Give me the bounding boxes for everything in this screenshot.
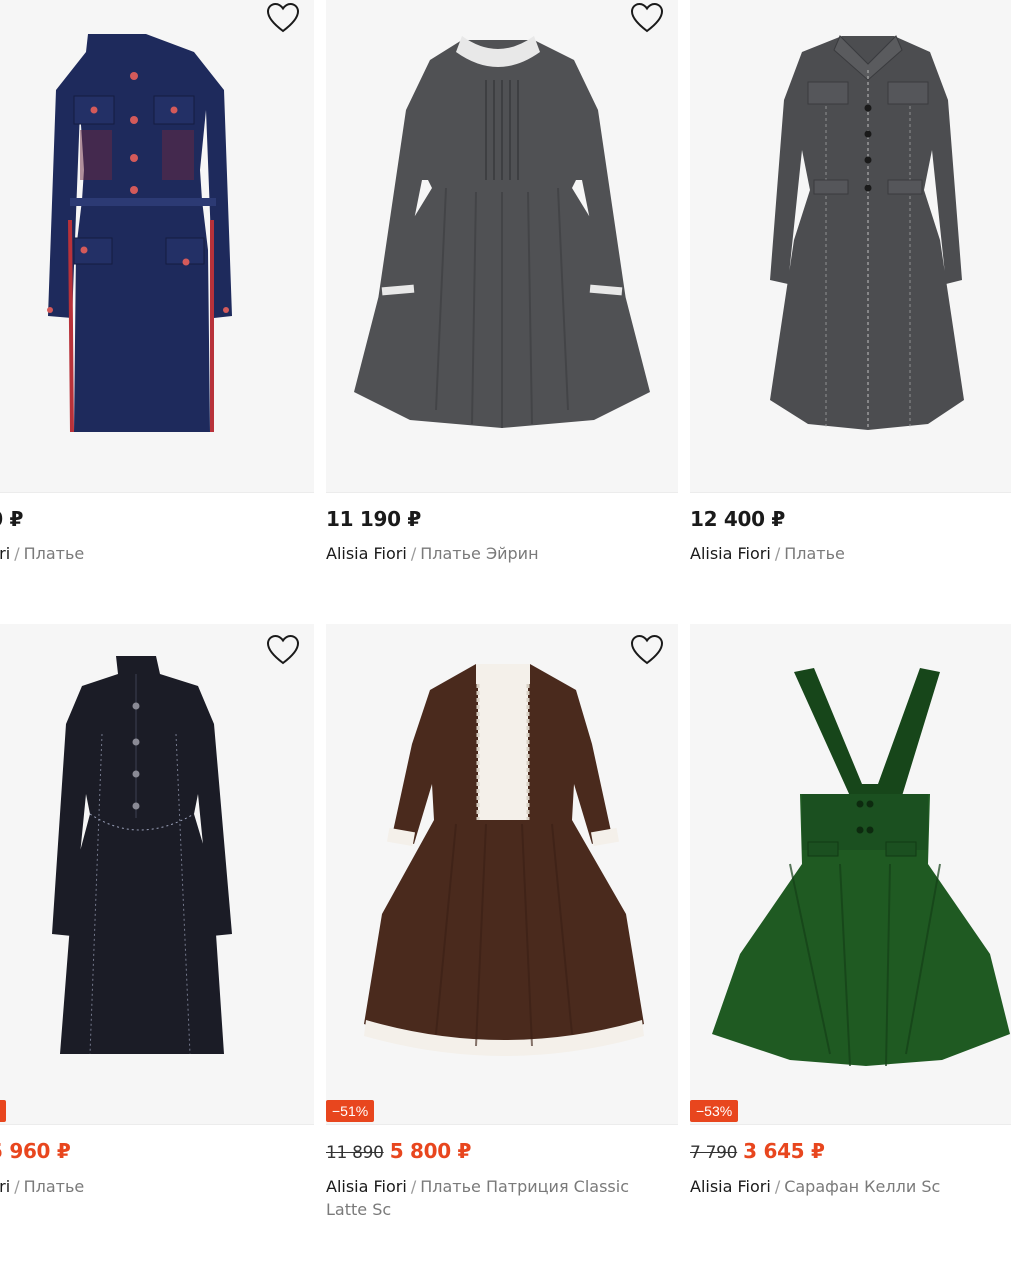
heart-icon[interactable] xyxy=(266,634,300,666)
heart-icon[interactable] xyxy=(266,2,300,34)
product-name[interactable]: Alisia Fiori / Платье Эйрин xyxy=(326,542,666,565)
discount-badge: −51% xyxy=(326,1100,375,1122)
dress-image xyxy=(47,34,232,433)
product-name[interactable]: a Fiori/Платье xyxy=(0,1175,302,1198)
brand-name: a Fiori xyxy=(0,544,11,563)
brand-name: Alisia Fiori xyxy=(690,544,771,563)
price: 11 190 ₽ xyxy=(326,507,421,531)
product-image[interactable] xyxy=(0,0,314,493)
separator: / xyxy=(410,1177,417,1196)
dress-image xyxy=(770,35,964,430)
discount-badge: % xyxy=(0,1100,7,1122)
product-image[interactable] xyxy=(690,0,1011,493)
product-title: Платье xyxy=(23,1177,85,1196)
current-price: 800 ₽ xyxy=(0,507,24,531)
product-name[interactable]: Alisia Fiori / Сарафан Келли Sc xyxy=(690,1175,1011,1198)
current-price: 5 800 ₽ xyxy=(389,1139,472,1163)
current-price: 12 400 ₽ xyxy=(690,507,786,531)
brand-name: Alisia Fiori xyxy=(326,544,407,563)
separator: / xyxy=(774,1177,781,1196)
current-price: 5 960 ₽ xyxy=(0,1139,71,1163)
price: 7 790 3 645 ₽ xyxy=(690,1139,825,1163)
brand-name: Alisia Fiori xyxy=(326,1177,407,1196)
heart-icon[interactable] xyxy=(630,2,664,34)
old-price: 7 790 xyxy=(690,1143,738,1163)
dress-image xyxy=(712,668,1010,1067)
current-price: 11 190 ₽ xyxy=(326,507,422,531)
separator: / xyxy=(774,544,781,563)
product-image[interactable] xyxy=(326,0,678,493)
separator: / xyxy=(14,1177,20,1196)
product-image[interactable] xyxy=(690,624,1011,1125)
price: 905 960 ₽ xyxy=(0,1139,71,1163)
product-title: Платье xyxy=(784,544,845,563)
dress-image xyxy=(364,664,644,1056)
separator: / xyxy=(410,544,417,563)
discount-badge: −53% xyxy=(690,1100,739,1122)
separator: / xyxy=(14,544,20,563)
old-price: 11 890 xyxy=(326,1143,384,1163)
product-title: Платье xyxy=(23,544,85,563)
price: 11 890 5 800 ₽ xyxy=(326,1139,471,1163)
brand-name: a Fiori xyxy=(0,1177,11,1196)
heart-icon[interactable] xyxy=(630,634,664,666)
price: 800 ₽ xyxy=(0,507,23,531)
brand-name: Alisia Fiori xyxy=(690,1177,771,1196)
product-title: Сарафан Келли Sc xyxy=(784,1177,941,1196)
price: 12 400 ₽ xyxy=(690,507,785,531)
product-image[interactable] xyxy=(326,624,678,1125)
product-name[interactable]: a Fiori/Платье xyxy=(0,542,302,565)
dress-image xyxy=(354,36,650,428)
product-name[interactable]: Alisia Fiori / Платье Патриция Classic Lat… xyxy=(326,1175,666,1221)
product-title: Платье Эйрин xyxy=(420,544,539,563)
current-price: 3 645 ₽ xyxy=(743,1139,825,1163)
dress-image xyxy=(52,656,232,1055)
product-name[interactable]: Alisia Fiori / Платье xyxy=(690,542,1011,565)
product-image[interactable] xyxy=(0,624,314,1125)
